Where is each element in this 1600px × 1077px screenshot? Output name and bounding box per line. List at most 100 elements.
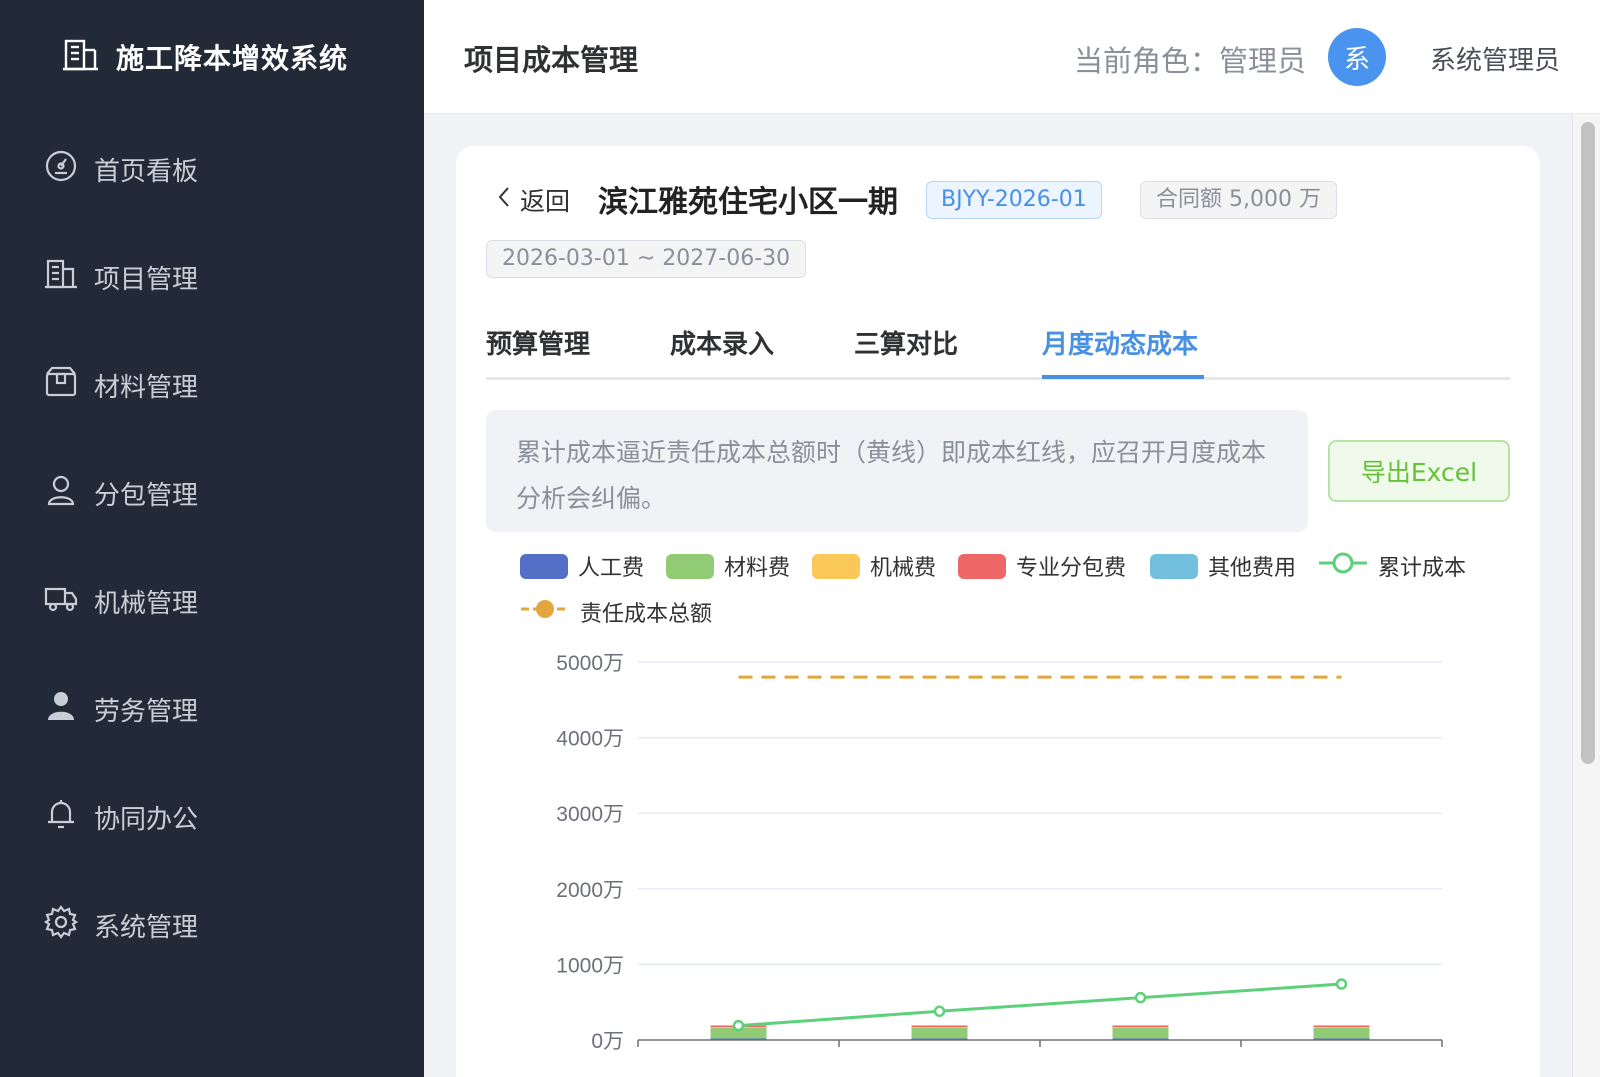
project-period-tag: 2026-03-01 ~ 2027-06-30 [486,240,807,278]
bar-segment [1313,1027,1370,1028]
tab-cost-entry[interactable]: 成本录入 [670,324,774,380]
user-filled-icon [44,689,78,730]
y-tick-label: 4000万 [556,728,624,751]
bar-segment [911,1025,968,1026]
legend-label: 材料费 [724,556,791,581]
sidebar-item-label: 劳务管理 [94,696,199,727]
bar-segment [1313,1027,1370,1039]
legend-label: 其他费用 [1208,556,1297,581]
tab-three-way-compare[interactable]: 三算对比 [854,324,958,380]
top-header: 项目成本管理 当前角色：管理员 系 系统管理员 [424,0,1600,114]
y-tick-label: 5000万 [556,652,624,675]
chart-svg: 5000万 4000万 3000万 2000万 1000万 0万 [556,652,1443,1053]
line-marker-icon [1318,550,1368,582]
bar-segment [1112,1025,1169,1028]
bar-segment [911,1027,968,1039]
tab-monthly-dynamic-cost[interactable]: 月度动态成本 [1042,324,1198,380]
sidebar-item-labor[interactable]: 劳务管理 [44,684,384,734]
dashboard-icon [44,149,78,190]
sidebar-item-dashboard[interactable]: 首页看板 [44,144,384,194]
y-tick-label: 1000万 [556,954,624,977]
cumulative-point [1335,978,1348,990]
legend-label: 累计成本 [1378,556,1467,581]
truck-icon [44,581,78,622]
project-name: 滨江雅苑住宅小区一期 [598,185,898,220]
sidebar-item-office[interactable]: 协同办公 [44,792,384,842]
export-excel-button[interactable]: 导出Excel [1328,440,1510,502]
monthly-cost-chart: 5000万 4000万 3000万 2000万 1000万 0万 [486,644,1516,1077]
active-tab-indicator [1042,375,1204,379]
legend-swatch [520,553,568,579]
current-role: 当前角色：管理员 [1073,44,1306,78]
legend-swatch [958,553,1006,579]
line-marker-icon [520,596,570,628]
bar-segment [710,1038,767,1040]
legend-item[interactable]: 人工费 [520,550,644,582]
bar-segment [1112,1025,1169,1026]
brand: 施工降本增效系统 [62,36,348,78]
sidebar-item-label: 协同办公 [94,804,199,835]
sidebar-item-system[interactable]: 系统管理 [44,900,384,950]
project-code-tag: BJYY-2026-01 [926,181,1102,219]
legend-label: 人工费 [578,556,645,581]
legend-swatch [812,553,860,579]
back-button[interactable]: 返回 [494,182,570,218]
sidebar-item-label: 材料管理 [94,372,199,403]
tab-bar: 预算管理 成本录入 三算对比 月度动态成本 [486,312,1510,380]
legend-swatch [666,553,714,579]
legend-label: 责任成本总额 [580,602,713,627]
bar-segment [1313,1025,1370,1028]
y-tick-label: 2000万 [556,879,624,902]
box-icon [44,365,78,406]
info-alert: 累计成本逼近责任成本总额时（黄线）即成本红线，应召开月度成本分析会纠偏。 [486,410,1308,532]
cumulative-point [732,1019,745,1032]
tab-budget[interactable]: 预算管理 [486,324,590,380]
building-icon [44,257,78,298]
legend-item[interactable]: 机械费 [812,550,936,582]
cumulative-point [1134,991,1147,1004]
sidebar-item-label: 分包管理 [94,480,199,511]
app-title: 施工降本增效系统 [116,42,349,75]
bar-segment [1313,1025,1370,1026]
sidebar-item-subcontract[interactable]: 分包管理 [44,468,384,518]
sidebar-item-label: 机械管理 [94,588,199,619]
y-tick-label: 3000万 [556,803,624,826]
page-title: 项目成本管理 [464,43,639,77]
sidebar: 施工降本增效系统 首页看板 项目管理 材料管理 分包管理 机械管理 劳务管理 协… [0,0,424,1077]
sidebar-item-label: 项目管理 [94,264,199,295]
legend-label: 机械费 [870,556,937,581]
legend-item[interactable]: 累计成本 [1318,550,1466,582]
back-label: 返回 [520,187,571,216]
scrollbar[interactable] [1572,114,1600,1077]
chevron-left-icon [494,184,514,216]
sidebar-item-materials[interactable]: 材料管理 [44,360,384,410]
bar-segment [1313,1038,1370,1040]
legend-item[interactable]: 材料费 [666,550,790,582]
legend-item[interactable]: 专业分包费 [958,550,1126,582]
avatar[interactable]: 系 [1328,28,1386,86]
bar-segment [1112,1038,1169,1040]
legend-label: 专业分包费 [1016,556,1127,581]
cumulative-point [933,1005,946,1018]
building-icon [62,36,100,78]
bar-segment [911,1025,968,1028]
y-tick-label: 0万 [591,1030,624,1053]
sidebar-item-label: 系统管理 [94,912,199,943]
cumulative-line [738,982,1342,1028]
sidebar-item-label: 首页看板 [94,156,199,187]
bar-segment [1112,1027,1169,1028]
contract-amount-tag: 合同额 5,000 万 [1140,181,1337,219]
sidebar-item-machinery[interactable]: 机械管理 [44,576,384,626]
scrollbar-thumb[interactable] [1581,122,1595,764]
legend-item[interactable]: 责任成本总额 [520,596,712,628]
gear-icon [44,904,78,946]
bar-segment [911,1038,968,1040]
legend-swatch [1150,553,1198,579]
sidebar-item-projects[interactable]: 项目管理 [44,252,384,302]
user-outline-icon [44,473,78,514]
bell-icon [44,797,78,838]
legend-item[interactable]: 其他费用 [1150,550,1296,582]
bar-segment [911,1027,968,1028]
user-name[interactable]: 系统管理员 [1430,40,1560,77]
project-detail-card: 返回 滨江雅苑住宅小区一期 BJYY-2026-01 合同额 5,000 万 2… [456,146,1540,1077]
